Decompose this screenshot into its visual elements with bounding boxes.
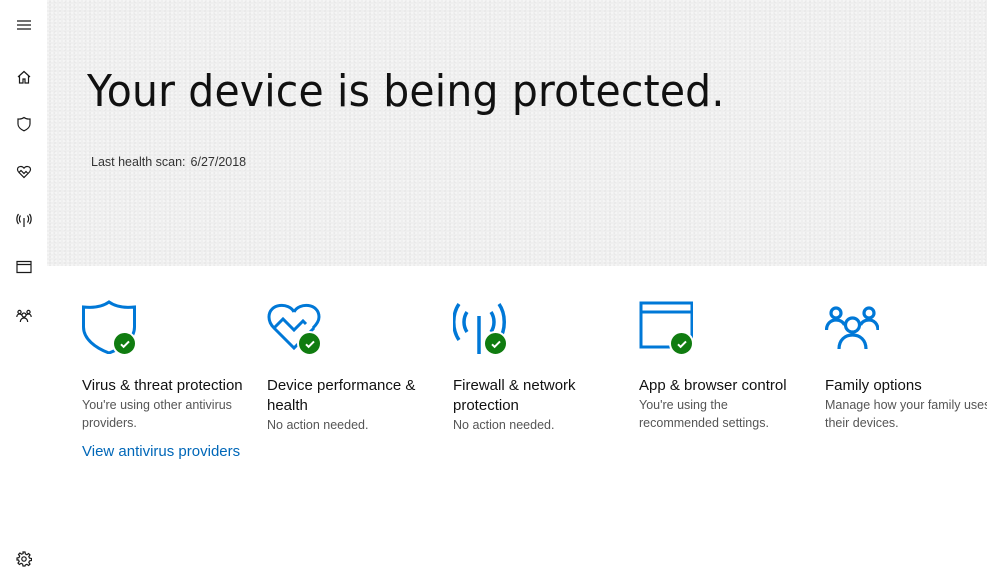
home-icon <box>17 70 30 84</box>
hamburger-menu-icon <box>16 20 31 30</box>
heart-pulse-icon <box>16 165 31 179</box>
tile-icon-wrap <box>267 300 327 358</box>
tile-virus-threat[interactable]: Virus & threat protection You're using o… <box>82 300 252 462</box>
browser-window-icon <box>15 260 32 274</box>
tile-firewall[interactable]: Firewall & network protection No action … <box>453 300 623 434</box>
shield-icon <box>16 116 31 132</box>
family-icon <box>15 309 32 323</box>
tile-description: No action needed. <box>453 418 555 432</box>
family-icon <box>825 306 879 350</box>
tile-icon-wrap <box>453 300 513 358</box>
last-scan-info: Last health scan: 6/27/2018 <box>91 155 251 169</box>
sidebar-item-firewall[interactable] <box>0 200 47 240</box>
last-scan-date: 6/27/2018 <box>190 155 247 169</box>
antenna-icon <box>15 213 32 227</box>
sidebar-item-virus-threat[interactable] <box>0 104 47 144</box>
gear-icon <box>15 551 32 567</box>
sidebar-item-family[interactable] <box>0 296 47 336</box>
sidebar-item-device-health[interactable] <box>0 152 47 192</box>
ok-badge-icon <box>483 331 508 356</box>
sidebar <box>0 0 47 579</box>
tile-icon-wrap <box>82 300 142 358</box>
page-title: Your device is being protected. <box>87 66 725 117</box>
ok-badge-icon <box>669 331 694 356</box>
tile-title: Virus & threat protection <box>82 377 243 394</box>
settings-button[interactable] <box>0 539 47 579</box>
tile-family[interactable]: Family options Manage how your family us… <box>825 300 987 432</box>
tile-icon-wrap <box>825 300 885 358</box>
tile-device-health[interactable]: Device performance & health No action ne… <box>267 300 437 434</box>
last-scan-label: Last health scan: <box>91 155 186 169</box>
tile-app-browser[interactable]: App & browser control You're using the r… <box>639 300 809 432</box>
menu-button[interactable] <box>0 5 47 45</box>
tile-description: You're using the recommended settings. <box>639 398 769 430</box>
tile-description: Manage how your family uses their device… <box>825 398 987 430</box>
tile-icon-wrap <box>639 300 699 358</box>
tile-title: Device performance & health <box>267 377 416 414</box>
sidebar-item-app-browser[interactable] <box>0 247 47 287</box>
ok-badge-icon <box>112 331 137 356</box>
tile-title: Firewall & network protection <box>453 377 576 414</box>
status-banner: Your device is being protected. Last hea… <box>47 0 987 266</box>
tile-description: You're using other antivirus providers. <box>82 398 232 430</box>
tile-description: No action needed. <box>267 418 369 432</box>
ok-badge-icon <box>297 331 322 356</box>
tile-title: App & browser control <box>639 377 787 394</box>
sidebar-item-home[interactable] <box>0 57 47 97</box>
view-antivirus-providers-link[interactable]: View antivirus providers <box>82 442 252 462</box>
tile-title: Family options <box>825 377 922 394</box>
